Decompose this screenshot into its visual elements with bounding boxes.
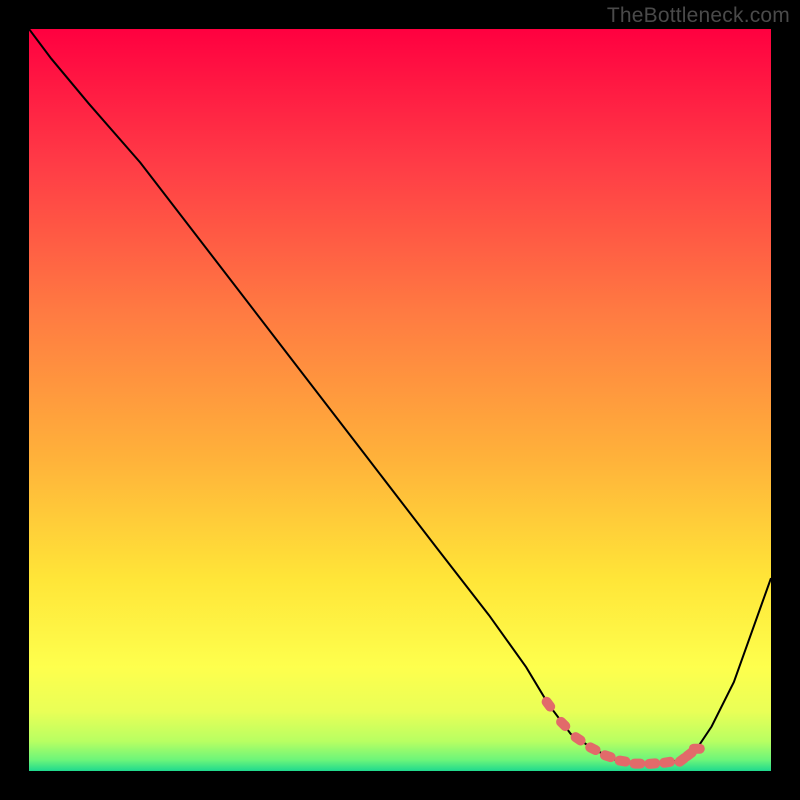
optimal-markers bbox=[540, 695, 705, 769]
optimal-marker bbox=[689, 744, 705, 754]
optimal-marker bbox=[614, 755, 631, 768]
optimal-marker bbox=[629, 759, 645, 769]
optimal-marker bbox=[644, 758, 661, 769]
plot-area bbox=[29, 29, 771, 771]
optimal-marker bbox=[569, 730, 588, 747]
bottleneck-curve bbox=[29, 29, 771, 771]
curve-line bbox=[29, 29, 771, 764]
optimal-marker bbox=[584, 741, 603, 757]
watermark-text: TheBottleneck.com bbox=[607, 4, 790, 28]
optimal-marker bbox=[599, 749, 617, 764]
optimal-marker bbox=[658, 756, 675, 769]
chart-frame: TheBottleneck.com bbox=[0, 0, 800, 800]
optimal-marker bbox=[554, 715, 572, 733]
